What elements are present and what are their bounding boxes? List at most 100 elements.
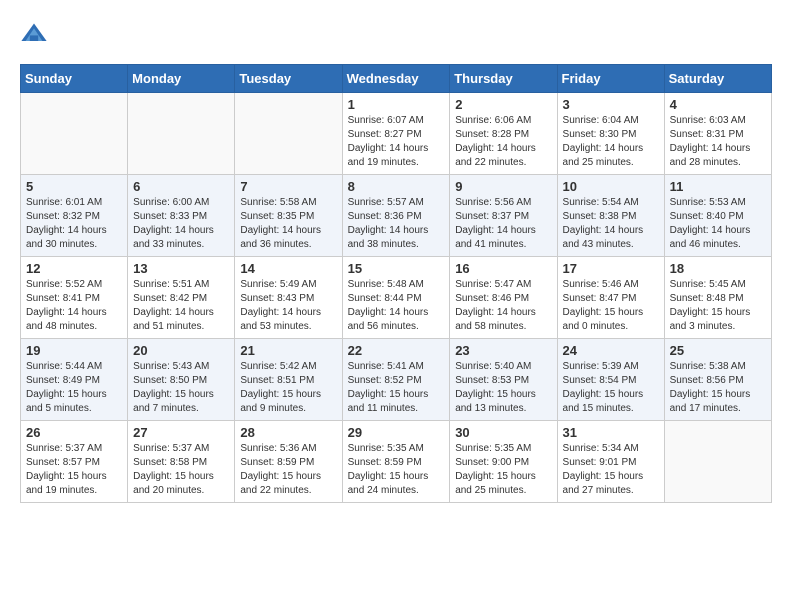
logo — [20, 20, 52, 48]
calendar-cell: 29 Sunrise: 5:35 AM Sunset: 8:59 PM Dayli… — [342, 421, 450, 503]
day-of-week-header: Wednesday — [342, 65, 450, 93]
day-info: Sunrise: 5:42 AM Sunset: 8:51 PM Dayligh… — [240, 360, 336, 416]
day-info: Sunrise: 5:35 AM Sunset: 9:00 PM Dayligh… — [455, 442, 551, 498]
calendar-cell: 15 Sunrise: 5:48 AM Sunset: 8:44 PM Dayli… — [342, 257, 450, 339]
day-of-week-header: Monday — [128, 65, 235, 93]
day-info: Sunrise: 5:46 AM Sunset: 8:47 PM Dayligh… — [563, 278, 659, 334]
calendar-cell: 19Sunrise: 5:44 AM Sunset: 8:49 PM Dayli… — [21, 339, 128, 421]
day-number: 8 — [348, 179, 445, 194]
day-info: Sunrise: 5:39 AM Sunset: 8:54 PM Dayligh… — [563, 360, 659, 416]
calendar-cell: 14 Sunrise: 5:49 AM Sunset: 8:43 PM Dayli… — [235, 257, 342, 339]
day-number: 31 — [563, 425, 659, 440]
calendar-table: SundayMondayTuesdayWednesdayThursdayFrid… — [20, 64, 772, 503]
day-info: Sunrise: 6:04 AM Sunset: 8:30 PM Dayligh… — [563, 114, 659, 170]
day-number: 3 — [563, 97, 659, 112]
day-info: Sunrise: 5:38 AM Sunset: 8:56 PM Dayligh… — [670, 360, 766, 416]
day-info: Sunrise: 5:51 AM Sunset: 8:42 PM Dayligh… — [133, 278, 229, 334]
day-of-week-header: Tuesday — [235, 65, 342, 93]
calendar-cell: 1 Sunrise: 6:07 AM Sunset: 8:27 PM Daylig… — [342, 93, 450, 175]
day-number: 12 — [26, 261, 122, 276]
day-number: 22 — [348, 343, 445, 358]
calendar-cell — [128, 93, 235, 175]
calendar-cell: 26 Sunrise: 5:37 AM Sunset: 8:57 PM Dayli… — [21, 421, 128, 503]
calendar-week-row: 1 Sunrise: 6:07 AM Sunset: 8:27 PM Daylig… — [21, 93, 772, 175]
day-number: 14 — [240, 261, 336, 276]
day-info: Sunrise: 5:34 AM Sunset: 9:01 PM Dayligh… — [563, 442, 659, 498]
day-info: Sunrise: 5:37 AM Sunset: 8:58 PM Dayligh… — [133, 442, 229, 498]
header — [20, 20, 772, 48]
calendar-cell: 28Sunrise: 5:36 AM Sunset: 8:59 PM Dayli… — [235, 421, 342, 503]
day-number: 19 — [26, 343, 122, 358]
day-number: 26 — [26, 425, 122, 440]
day-info: Sunrise: 5:57 AM Sunset: 8:36 PM Dayligh… — [348, 196, 445, 252]
day-info: Sunrise: 6:00 AM Sunset: 8:33 PM Dayligh… — [133, 196, 229, 252]
day-number: 24 — [563, 343, 659, 358]
day-number: 9 — [455, 179, 551, 194]
day-info: Sunrise: 5:48 AM Sunset: 8:44 PM Dayligh… — [348, 278, 445, 334]
calendar-cell: 21 Sunrise: 5:42 AM Sunset: 8:51 PM Dayli… — [235, 339, 342, 421]
day-info: Sunrise: 5:36 AM Sunset: 8:59 PM Dayligh… — [240, 442, 336, 498]
calendar-cell: 12Sunrise: 5:52 AM Sunset: 8:41 PM Dayli… — [21, 257, 128, 339]
day-number: 30 — [455, 425, 551, 440]
calendar-cell: 30 Sunrise: 5:35 AM Sunset: 9:00 PM Dayli… — [450, 421, 557, 503]
day-of-week-header: Saturday — [664, 65, 771, 93]
calendar-cell: 24 Sunrise: 5:39 AM Sunset: 8:54 PM Dayli… — [557, 339, 664, 421]
day-number: 2 — [455, 97, 551, 112]
calendar-cell: 11 Sunrise: 5:53 AM Sunset: 8:40 PM Dayli… — [664, 175, 771, 257]
calendar-cell: 16Sunrise: 5:47 AM Sunset: 8:46 PM Dayli… — [450, 257, 557, 339]
calendar-cell: 31 Sunrise: 5:34 AM Sunset: 9:01 PM Dayli… — [557, 421, 664, 503]
logo-icon — [20, 20, 48, 48]
day-info: Sunrise: 6:01 AM Sunset: 8:32 PM Dayligh… — [26, 196, 122, 252]
day-info: Sunrise: 5:40 AM Sunset: 8:53 PM Dayligh… — [455, 360, 551, 416]
day-info: Sunrise: 5:45 AM Sunset: 8:48 PM Dayligh… — [670, 278, 766, 334]
calendar-cell: 4Sunrise: 6:03 AM Sunset: 8:31 PM Daylig… — [664, 93, 771, 175]
day-info: Sunrise: 5:58 AM Sunset: 8:35 PM Dayligh… — [240, 196, 336, 252]
calendar-cell: 18 Sunrise: 5:45 AM Sunset: 8:48 PM Dayli… — [664, 257, 771, 339]
calendar-cell: 7 Sunrise: 5:58 AM Sunset: 8:35 PM Daylig… — [235, 175, 342, 257]
calendar-cell: 2 Sunrise: 6:06 AM Sunset: 8:28 PM Daylig… — [450, 93, 557, 175]
day-number: 7 — [240, 179, 336, 194]
calendar-week-row: 26 Sunrise: 5:37 AM Sunset: 8:57 PM Dayli… — [21, 421, 772, 503]
day-number: 15 — [348, 261, 445, 276]
day-info: Sunrise: 5:43 AM Sunset: 8:50 PM Dayligh… — [133, 360, 229, 416]
calendar-cell — [235, 93, 342, 175]
day-info: Sunrise: 6:03 AM Sunset: 8:31 PM Dayligh… — [670, 114, 766, 170]
calendar-cell: 23 Sunrise: 5:40 AM Sunset: 8:53 PM Dayli… — [450, 339, 557, 421]
day-info: Sunrise: 5:37 AM Sunset: 8:57 PM Dayligh… — [26, 442, 122, 498]
day-info: Sunrise: 6:06 AM Sunset: 8:28 PM Dayligh… — [455, 114, 551, 170]
calendar-cell: 13 Sunrise: 5:51 AM Sunset: 8:42 PM Dayli… — [128, 257, 235, 339]
calendar-week-row: 12Sunrise: 5:52 AM Sunset: 8:41 PM Dayli… — [21, 257, 772, 339]
calendar-cell: 6 Sunrise: 6:00 AM Sunset: 8:33 PM Daylig… — [128, 175, 235, 257]
day-number: 27 — [133, 425, 229, 440]
calendar-week-row: 19Sunrise: 5:44 AM Sunset: 8:49 PM Dayli… — [21, 339, 772, 421]
day-info: Sunrise: 5:47 AM Sunset: 8:46 PM Dayligh… — [455, 278, 551, 334]
day-info: Sunrise: 6:07 AM Sunset: 8:27 PM Dayligh… — [348, 114, 445, 170]
day-number: 1 — [348, 97, 445, 112]
day-of-week-header: Thursday — [450, 65, 557, 93]
calendar-cell: 9 Sunrise: 5:56 AM Sunset: 8:37 PM Daylig… — [450, 175, 557, 257]
day-number: 21 — [240, 343, 336, 358]
day-number: 6 — [133, 179, 229, 194]
day-number: 5 — [26, 179, 122, 194]
day-info: Sunrise: 5:53 AM Sunset: 8:40 PM Dayligh… — [670, 196, 766, 252]
day-info: Sunrise: 5:49 AM Sunset: 8:43 PM Dayligh… — [240, 278, 336, 334]
calendar-cell: 20 Sunrise: 5:43 AM Sunset: 8:50 PM Dayli… — [128, 339, 235, 421]
day-number: 11 — [670, 179, 766, 194]
day-info: Sunrise: 5:56 AM Sunset: 8:37 PM Dayligh… — [455, 196, 551, 252]
day-number: 20 — [133, 343, 229, 358]
calendar-cell — [664, 421, 771, 503]
calendar-cell: 17Sunrise: 5:46 AM Sunset: 8:47 PM Dayli… — [557, 257, 664, 339]
day-number: 10 — [563, 179, 659, 194]
calendar-header-row: SundayMondayTuesdayWednesdayThursdayFrid… — [21, 65, 772, 93]
day-info: Sunrise: 5:35 AM Sunset: 8:59 PM Dayligh… — [348, 442, 445, 498]
day-number: 29 — [348, 425, 445, 440]
day-number: 18 — [670, 261, 766, 276]
day-number: 23 — [455, 343, 551, 358]
calendar-cell: 22Sunrise: 5:41 AM Sunset: 8:52 PM Dayli… — [342, 339, 450, 421]
calendar-cell: 5 Sunrise: 6:01 AM Sunset: 8:32 PM Daylig… — [21, 175, 128, 257]
calendar-cell: 10 Sunrise: 5:54 AM Sunset: 8:38 PM Dayli… — [557, 175, 664, 257]
day-info: Sunrise: 5:54 AM Sunset: 8:38 PM Dayligh… — [563, 196, 659, 252]
calendar-cell: 8 Sunrise: 5:57 AM Sunset: 8:36 PM Daylig… — [342, 175, 450, 257]
day-of-week-header: Friday — [557, 65, 664, 93]
day-number: 13 — [133, 261, 229, 276]
